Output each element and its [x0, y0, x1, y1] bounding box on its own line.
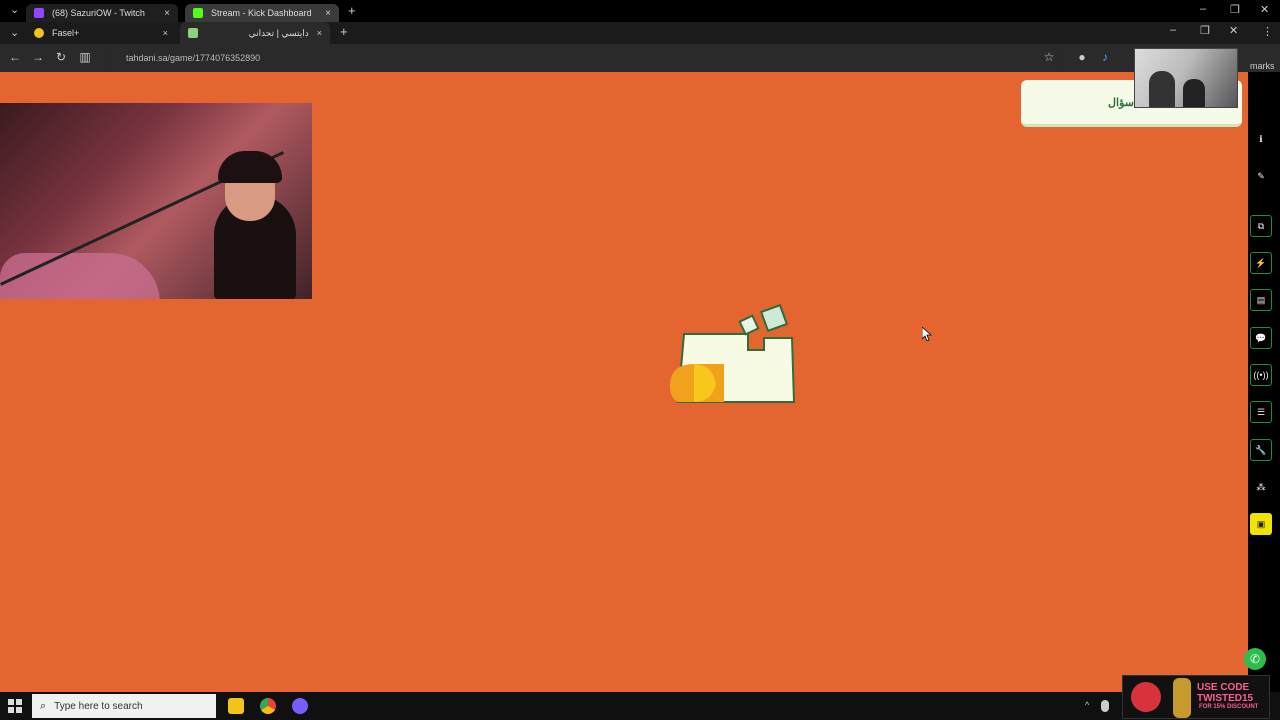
- wrench-icon[interactable]: 🔧: [1250, 439, 1272, 461]
- broadcast-icon[interactable]: ((•)): [1250, 364, 1272, 386]
- menu-icon[interactable]: ⋮: [1262, 25, 1273, 38]
- back-icon[interactable]: ←: [8, 50, 22, 64]
- windows-start-icon[interactable]: [8, 699, 22, 713]
- minimize-icon[interactable]: –: [1170, 24, 1176, 36]
- question-label: سؤال: [1108, 97, 1134, 109]
- kick-icon: [193, 8, 203, 18]
- lightning-icon[interactable]: ⚡: [1250, 252, 1272, 274]
- tab-fasel[interactable]: Fasel+ ×: [26, 22, 176, 44]
- tab-list-icon[interactable]: ⌄: [10, 3, 19, 16]
- product-bottle: [1173, 678, 1191, 718]
- tahdani-icon: [188, 28, 198, 38]
- restore-icon[interactable]: ❐: [1230, 3, 1240, 16]
- close-icon[interactable]: ×: [163, 28, 168, 38]
- edit-icon[interactable]: ✎: [1250, 166, 1272, 188]
- twitch-icon: [34, 8, 44, 18]
- webcam-background: [0, 253, 160, 299]
- whatsapp-icon[interactable]: ✆: [1244, 648, 1266, 670]
- taskbar-search-placeholder: Type here to search: [54, 700, 143, 712]
- close-icon[interactable]: ×: [164, 8, 170, 19]
- chrome-icon[interactable]: [260, 698, 276, 714]
- sponsor-line2: TWISTED15: [1197, 693, 1254, 704]
- fasel-icon: [34, 28, 44, 38]
- close-window-icon[interactable]: ✕: [1229, 24, 1238, 37]
- audio-icon[interactable]: ♪: [1098, 50, 1112, 64]
- screenshot-icon[interactable]: ⧉: [1250, 215, 1272, 237]
- sponsor-line1: USE CODE: [1197, 682, 1250, 693]
- tab-label: Fasel+: [52, 28, 80, 38]
- document-icon[interactable]: ▤: [1250, 289, 1272, 311]
- sponsor-code: USE CODE TWISTED15: [1197, 682, 1253, 704]
- taskbar-search[interactable]: ⌕ Type here to search: [32, 694, 216, 718]
- windows-taskbar: ⌕ Type here to search ^: [0, 692, 1280, 720]
- sponsor-discount: FOR 15% DISCOUNT: [1199, 704, 1259, 710]
- browser-toolbar: ← → ↻ ▥ tahdani.sa/game/1774076352890 ☆ …: [0, 44, 1280, 72]
- tab-twitch[interactable]: (68) SazuriOW - Twitch ×: [26, 4, 178, 22]
- outer-tab-strip: ⌄ (68) SazuriOW - Twitch × Stream - Kick…: [0, 0, 1280, 22]
- sidebar-toggle-icon[interactable]: ▥: [78, 50, 92, 64]
- webcam-overlay-small: [1134, 48, 1238, 108]
- file-explorer-icon[interactable]: [228, 698, 244, 714]
- minimize-icon[interactable]: –: [1200, 3, 1206, 15]
- share-icon[interactable]: ⁂: [1250, 477, 1272, 499]
- tab-kick-dashboard[interactable]: Stream - Kick Dashboard ×: [185, 4, 339, 22]
- tab-list-icon[interactable]: ⌄: [10, 26, 19, 39]
- new-tab-button[interactable]: +: [340, 24, 348, 39]
- tab-label: دايتسي | تحداني: [248, 27, 309, 38]
- app-icon[interactable]: [292, 698, 308, 714]
- tab-tahdani[interactable]: دايتسي | تحداني ×: [180, 22, 330, 44]
- extension-icon[interactable]: ●: [1075, 50, 1089, 64]
- address-url: tahdani.sa/game/1774076352890: [126, 53, 261, 63]
- tahdani-logo: [670, 303, 796, 403]
- tab-label: (68) SazuriOW - Twitch: [52, 8, 145, 18]
- webcam-overlay-main: [0, 103, 312, 299]
- tab-label: Stream - Kick Dashboard: [211, 8, 312, 18]
- search-icon: ⌕: [40, 699, 47, 712]
- mouse-cursor-icon: [922, 327, 932, 341]
- restore-icon[interactable]: ❐: [1200, 24, 1210, 37]
- forward-icon[interactable]: →: [31, 50, 45, 64]
- microphone-icon[interactable]: [1101, 700, 1109, 712]
- inner-tab-strip: ⌄ Fasel+ × دايتسي | تحداني × + – ❐ ✕ ⋮: [0, 22, 1280, 44]
- bookmark-star-icon[interactable]: ☆: [1042, 50, 1056, 64]
- layers-icon[interactable]: ☰: [1250, 401, 1272, 423]
- brand-logo-icon: [1131, 682, 1161, 712]
- clip-icon[interactable]: ▣: [1250, 513, 1272, 535]
- reload-icon[interactable]: ↻: [54, 50, 68, 64]
- close-window-icon[interactable]: ✕: [1260, 3, 1269, 16]
- tray-chevron-icon[interactable]: ^: [1085, 700, 1095, 710]
- chat-icon[interactable]: 💬: [1250, 327, 1272, 349]
- info-icon[interactable]: ℹ: [1250, 129, 1272, 151]
- close-icon[interactable]: ×: [317, 28, 322, 38]
- close-icon[interactable]: ×: [325, 8, 331, 19]
- guest-figure: [1183, 79, 1205, 107]
- bookmarks-label[interactable]: marks: [1250, 61, 1275, 71]
- new-tab-button[interactable]: +: [348, 3, 356, 18]
- sponsor-overlay: USE CODE TWISTED15 FOR 15% DISCOUNT: [1122, 675, 1270, 719]
- address-bar[interactable]: tahdani.sa/game/1774076352890: [104, 48, 1064, 68]
- guest-figure: [1149, 71, 1175, 107]
- browser-side-panel: ℹ ✎ ⧉ ⚡ ▤ 💬 ((•)) ☰ 🔧 ⁂ ▣: [1248, 72, 1280, 692]
